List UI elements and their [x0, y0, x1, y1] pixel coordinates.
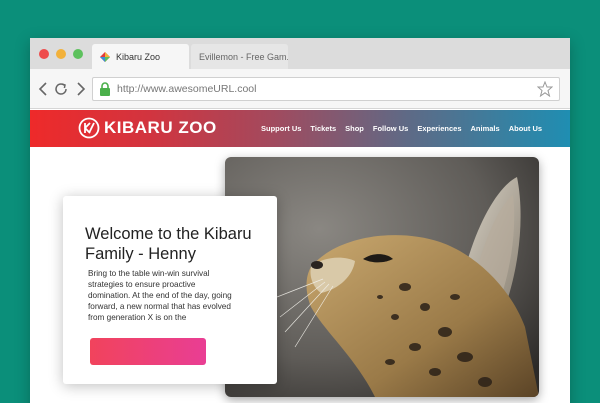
url-field[interactable]: http://www.awesomeURL.cool [92, 77, 560, 101]
hero-title: Welcome to the Kibaru Family - Henny [85, 225, 252, 263]
hero-body: Bring to the table win-win survival stra… [88, 269, 232, 322]
main-nav: Support Us Tickets Shop Follow Us Experi… [261, 110, 551, 147]
nav-item-support-us[interactable]: Support Us [261, 124, 301, 133]
address-bar-row: http://www.awesomeURL.cool [30, 69, 570, 109]
tab-evillemon[interactable]: Evillemon - Free Gam... [191, 44, 288, 69]
browser-window: Kibaru Zoo Evillemon - Free Gam... http:… [30, 38, 570, 403]
nav-item-tickets[interactable]: Tickets [310, 124, 336, 133]
minimize-icon[interactable] [56, 49, 66, 59]
close-icon[interactable] [39, 49, 49, 59]
logo-text: KIBARU ZOO [104, 118, 217, 137]
nav-item-shop[interactable]: Shop [345, 124, 364, 133]
reload-icon[interactable] [53, 81, 69, 97]
tab-label: Evillemon - Free Gam... [199, 51, 288, 62]
star-icon[interactable] [536, 80, 554, 98]
site-logo[interactable]: KIBARU ZOO [78, 117, 217, 139]
maximize-icon[interactable] [73, 49, 83, 59]
site-header: KIBARU ZOO Support Us Tickets Shop Follo… [30, 110, 570, 147]
nav-item-experiences[interactable]: Experiences [417, 124, 461, 133]
kibaru-favicon-icon [100, 51, 110, 62]
tab-label: Kibaru Zoo [116, 51, 161, 62]
back-arrow-icon[interactable] [36, 81, 52, 97]
lock-icon [99, 82, 111, 96]
forward-arrow-icon[interactable] [72, 81, 88, 97]
page-viewport: KIBARU ZOO Support Us Tickets Shop Follo… [30, 110, 570, 403]
hero-card: Welcome to the Kibaru Family - Henny Bri… [63, 196, 277, 384]
tab-bar: Kibaru Zoo Evillemon - Free Gam... [30, 38, 570, 69]
tab-kibaru-zoo[interactable]: Kibaru Zoo [92, 44, 189, 69]
url-text: http://www.awesomeURL.cool [117, 83, 257, 95]
kibaru-logo-icon [78, 117, 100, 139]
nav-item-about-us[interactable]: About Us [509, 124, 542, 133]
cta-button[interactable] [90, 338, 206, 365]
nav-item-animals[interactable]: Animals [471, 124, 500, 133]
nav-item-follow-us[interactable]: Follow Us [373, 124, 408, 133]
